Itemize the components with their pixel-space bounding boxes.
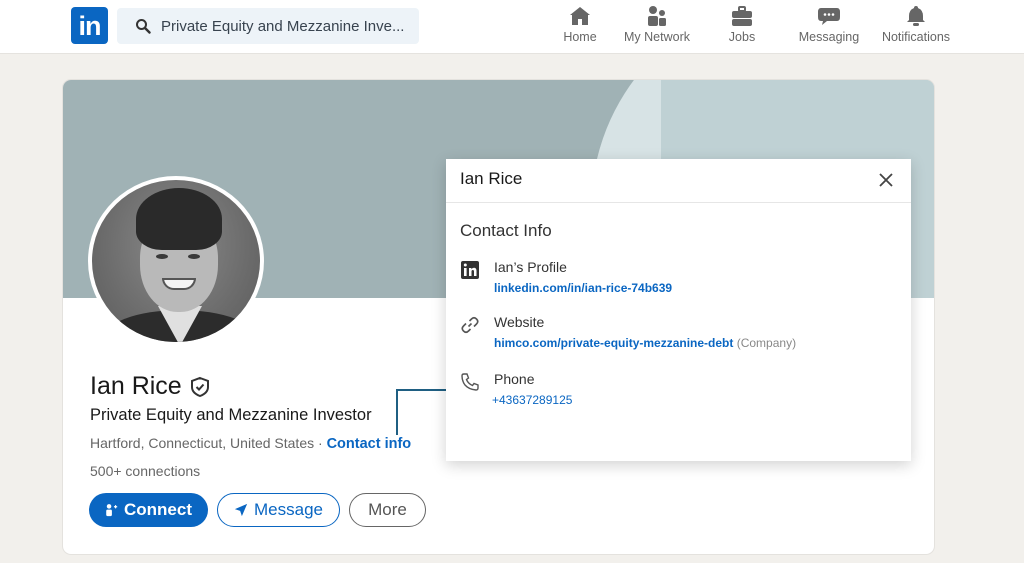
send-icon bbox=[234, 503, 248, 517]
website-note: (Company) bbox=[736, 336, 797, 350]
home-icon bbox=[570, 7, 590, 25]
connect-label: Connect bbox=[124, 500, 192, 519]
contact-item-website: Website himco.com/private-equity-mezzani… bbox=[460, 314, 796, 350]
linkedin-icon bbox=[461, 261, 479, 279]
contact-item-phone: Phone +43637289125 bbox=[460, 371, 572, 407]
search-input[interactable]: Private Equity and Mezzanine Inve... bbox=[117, 8, 419, 44]
contact-label: Ian’s Profile bbox=[494, 259, 567, 275]
annotation-arrow-line bbox=[396, 390, 398, 435]
phone-icon bbox=[461, 373, 479, 391]
nav-jobs-label: Jobs bbox=[728, 30, 756, 44]
network-icon bbox=[648, 6, 666, 26]
nav-home-label: Home bbox=[563, 30, 597, 44]
nav-messaging[interactable]: Messaging bbox=[796, 4, 862, 50]
bell-icon bbox=[907, 6, 925, 26]
search-icon bbox=[136, 19, 151, 34]
profile-name-row: Ian Rice bbox=[90, 372, 211, 401]
more-button[interactable]: More bbox=[349, 493, 426, 527]
profile-headline: Private Equity and Mezzanine Investor bbox=[90, 406, 372, 424]
contact-info-link[interactable]: Contact info bbox=[327, 436, 412, 452]
add-person-icon bbox=[106, 504, 118, 517]
message-button[interactable]: Message bbox=[217, 493, 340, 527]
modal-header: Ian Rice bbox=[446, 159, 911, 203]
profile-location: Hartford, Connecticut, United States bbox=[90, 435, 315, 451]
nav-home[interactable]: Home bbox=[550, 4, 610, 50]
phone-number-link[interactable]: +43637289125 bbox=[492, 393, 572, 407]
profile-avatar[interactable] bbox=[88, 176, 264, 346]
annotation-arrow-line bbox=[396, 389, 450, 391]
search-query: Private Equity and Mezzanine Inve... bbox=[161, 17, 405, 35]
message-bubble-icon bbox=[818, 8, 840, 25]
close-icon bbox=[879, 173, 893, 187]
profile-location-row: Hartford, Connecticut, United States · C… bbox=[90, 435, 411, 452]
linkedin-logo[interactable]: in bbox=[71, 7, 108, 44]
modal-title: Ian Rice bbox=[460, 169, 523, 188]
profile-actions: Connect Message More bbox=[89, 493, 426, 527]
briefcase-icon bbox=[732, 6, 752, 26]
nav-messaging-label: Messaging bbox=[798, 30, 860, 44]
website-link[interactable]: himco.com/private-equity-mezzanine-debt bbox=[494, 336, 733, 350]
contact-info-heading: Contact Info bbox=[460, 221, 552, 240]
more-label: More bbox=[368, 500, 407, 519]
contact-label: Website bbox=[494, 314, 545, 330]
contact-label: Phone bbox=[494, 371, 535, 387]
profile-url-link[interactable]: linkedin.com/in/ian-rice-74b639 bbox=[494, 281, 672, 295]
contact-info-modal: Ian Rice Contact Info Ian’s Profile link… bbox=[446, 159, 911, 461]
link-icon bbox=[461, 316, 479, 334]
nav-notifications-label: Notifications bbox=[881, 30, 951, 44]
top-navigation-bar: in Private Equity and Mezzanine Inve... … bbox=[0, 0, 1024, 54]
connect-button[interactable]: Connect bbox=[89, 493, 208, 527]
verified-shield-icon[interactable] bbox=[189, 376, 211, 398]
profile-connections[interactable]: 500+ connections bbox=[90, 463, 200, 479]
close-button[interactable] bbox=[875, 169, 897, 191]
nav-my-network[interactable]: My Network bbox=[620, 4, 694, 50]
nav-jobs[interactable]: Jobs bbox=[712, 4, 772, 50]
nav-notifications[interactable]: Notifications bbox=[878, 4, 954, 50]
nav-my-network-label: My Network bbox=[624, 30, 690, 44]
message-label: Message bbox=[254, 500, 323, 519]
profile-name: Ian Rice bbox=[90, 372, 182, 400]
contact-item-profile: Ian’s Profile linkedin.com/in/ian-rice-7… bbox=[460, 259, 672, 295]
separator: · bbox=[314, 435, 327, 451]
